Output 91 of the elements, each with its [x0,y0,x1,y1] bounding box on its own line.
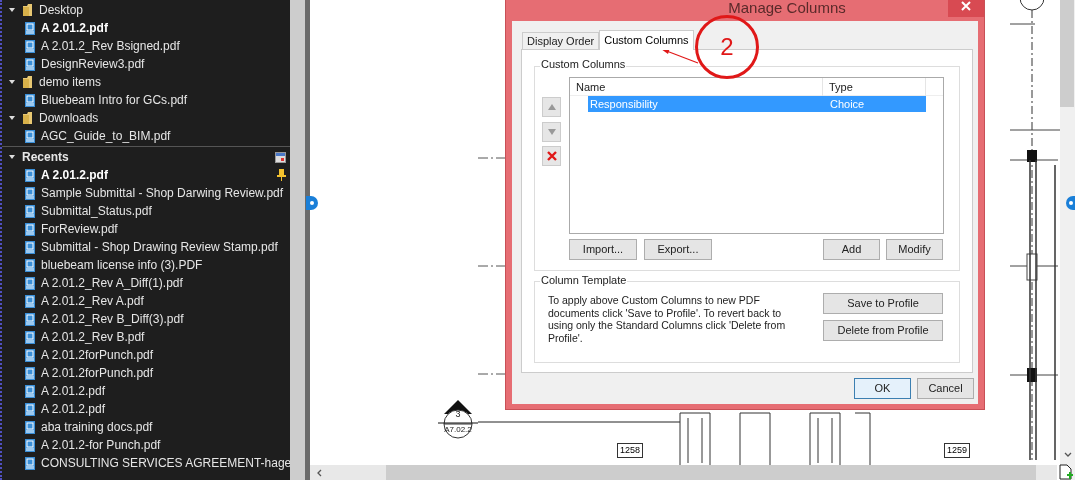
pdf-file-icon [24,383,36,399]
file-item[interactable]: Submittal_Status.pdf [41,202,152,220]
expanded-caret-icon[interactable] [8,78,16,86]
move-down-icon [546,127,557,136]
folder-icon [22,75,33,89]
close-icon [961,1,971,11]
calendar-icon[interactable] [275,151,286,163]
file-item[interactable]: Sample Submittal - Shop Darwing Review.pdf [41,184,284,202]
room-tag: 1258 [617,443,644,458]
new-page-icon[interactable] [1058,464,1073,480]
pin-icon[interactable] [277,169,286,181]
file-item[interactable]: A 2.01.2_Rev Bsigned.pdf [41,37,180,55]
folder-item[interactable]: Downloads [39,109,99,127]
room-tag: 1259 [944,443,971,458]
file-item[interactable]: CONSULTING SERVICES AGREEMENT-hage [41,454,290,472]
pdf-file-icon [24,257,36,273]
delete-button[interactable] [542,146,561,166]
file-item[interactable]: ForReview.pdf [41,220,118,238]
file-item[interactable]: Submittal - Shop Drawing Review Stamp.pdf [41,238,278,256]
folder-icon [22,3,33,17]
scroll-left-icon[interactable] [316,469,322,477]
pdf-file-icon [24,128,36,144]
close-button[interactable] [948,0,984,17]
tab[interactable]: Custom Columns [599,30,694,50]
horizontal-scrollbar-thumb[interactable] [386,465,1036,480]
pdf-file-icon [24,437,36,453]
file-item[interactable]: A 2.01.2_Rev A.pdf [41,292,144,310]
pdf-file-icon [24,185,36,201]
file-item[interactable]: bluebeam license info (3).PDF [41,256,203,274]
dialog-button[interactable]: Modify [886,239,943,260]
pdf-file-icon [24,311,36,327]
folder-item[interactable]: Desktop [39,1,84,19]
folder-icon [22,111,33,125]
panel-handle-icon[interactable] [1066,196,1075,210]
file-item[interactable]: A 2.01.2_Rev B.pdf [41,328,145,346]
file-item[interactable]: A 2.01.2_Rev A_Diff(1).pdf [41,274,183,292]
pdf-file-icon [24,401,36,417]
pdf-file-icon [24,203,36,219]
expanded-caret-icon[interactable] [8,114,16,122]
pdf-file-icon [24,221,36,237]
scroll-down-icon[interactable] [1064,452,1072,458]
annotation-arrow [660,47,699,64]
move-up-icon [546,103,557,111]
pdf-file-icon [24,167,36,183]
group-label: Column Template [540,275,628,286]
file-item[interactable]: aba training docs.pdf [41,418,153,436]
file-item[interactable]: A 2.01.2.pdf [41,382,106,400]
section-header[interactable]: Recents [22,148,269,166]
panel-handle-icon[interactable] [306,196,318,210]
column-header[interactable]: Type [823,77,926,96]
pdf-file-icon [24,239,36,255]
column-header[interactable]: Name [570,77,823,96]
expanded-caret-icon[interactable] [8,153,16,161]
dialog-button[interactable]: Import... [569,239,637,260]
pdf-file-icon [24,455,36,471]
expanded-caret-icon[interactable] [8,6,16,14]
vertical-scrollbar-thumb[interactable] [1060,0,1074,107]
pdf-file-icon [24,38,36,54]
dialog-button[interactable]: Export... [644,239,712,260]
move-down-button[interactable] [542,121,561,142]
pdf-file-icon [24,329,36,345]
dialog-button[interactable]: Save to Profile [823,293,943,314]
pdf-file-icon [24,20,36,36]
file-item[interactable]: A 2.01.2forPunch.pdf [41,346,154,364]
group-label: Custom Columns [540,59,627,70]
pdf-file-icon [24,347,36,363]
dialog-title: Manage Columns [727,0,847,15]
pdf-file-icon [24,56,36,72]
file-item[interactable]: A 2.01.2.pdf [41,166,108,184]
file-item[interactable]: Bluebeam Intro for GCs.pdf [41,91,188,109]
file-item[interactable]: A 2.01.2.pdf [41,19,108,37]
pdf-file-icon [24,419,36,435]
instructions-text: To apply above Custom Columns to new PDF documents click 'Save to Profile'. To revert back to using only the Standard Columns click 'Delete from Profile'. [548,294,787,344]
file-item[interactable]: A 2.01.2-for Punch.pdf [41,436,161,454]
panel-scrollbar[interactable] [290,0,305,480]
file-item[interactable]: A 2.01.2forPunch.pdf [41,364,154,382]
file-item[interactable]: DesignReview3.pdf [41,55,145,73]
pdf-file-icon [24,365,36,381]
pdf-file-icon [24,275,36,291]
dialog-button[interactable]: Add [823,239,880,260]
ok-button[interactable]: OK [854,378,911,399]
cancel-button[interactable]: Cancel [917,378,974,399]
delete-icon [546,151,557,161]
pdf-file-icon [24,293,36,309]
file-item[interactable]: A 2.01.2_Rev B_Diff(3).pdf [41,310,184,328]
file-item[interactable]: A 2.01.2.pdf [41,400,106,418]
file-item[interactable]: AGC_Guide_to_BIM.pdf [41,127,171,145]
pdf-file-icon [24,92,36,108]
folder-item[interactable]: demo items [39,73,102,91]
tab[interactable]: Display Order [522,32,600,49]
dialog-button[interactable]: Delete from Profile [823,320,943,341]
